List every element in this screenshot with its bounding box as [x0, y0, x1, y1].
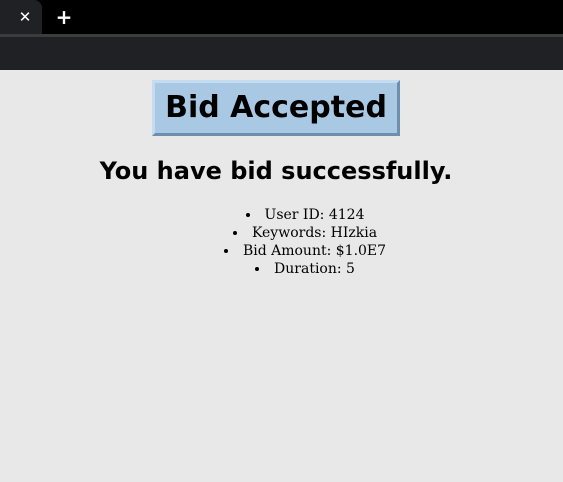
- new-tab-button[interactable]: +: [54, 6, 74, 28]
- browser-tab[interactable]: ✕: [0, 0, 42, 34]
- detail-bid-amount: Bid Amount: $1.0E7: [0, 242, 563, 260]
- browser-toolbar: [0, 34, 563, 70]
- detail-user-id: User ID: 4124: [0, 206, 563, 224]
- bid-details-list: User ID: 4124 Keywords: HIzkia Bid Amoun…: [0, 206, 563, 278]
- browser-chrome: ✕ +: [0, 0, 563, 70]
- detail-keywords: Keywords: HIzkia: [0, 224, 563, 242]
- detail-duration: Duration: 5: [0, 260, 563, 278]
- tab-strip: ✕ +: [0, 0, 563, 34]
- bid-accepted-badge: Bid Accepted: [152, 80, 400, 136]
- close-icon[interactable]: ✕: [14, 7, 36, 27]
- success-heading: You have bid successfully.: [99, 157, 453, 185]
- page-content: Bid Accepted You have bid successfully. …: [0, 70, 563, 482]
